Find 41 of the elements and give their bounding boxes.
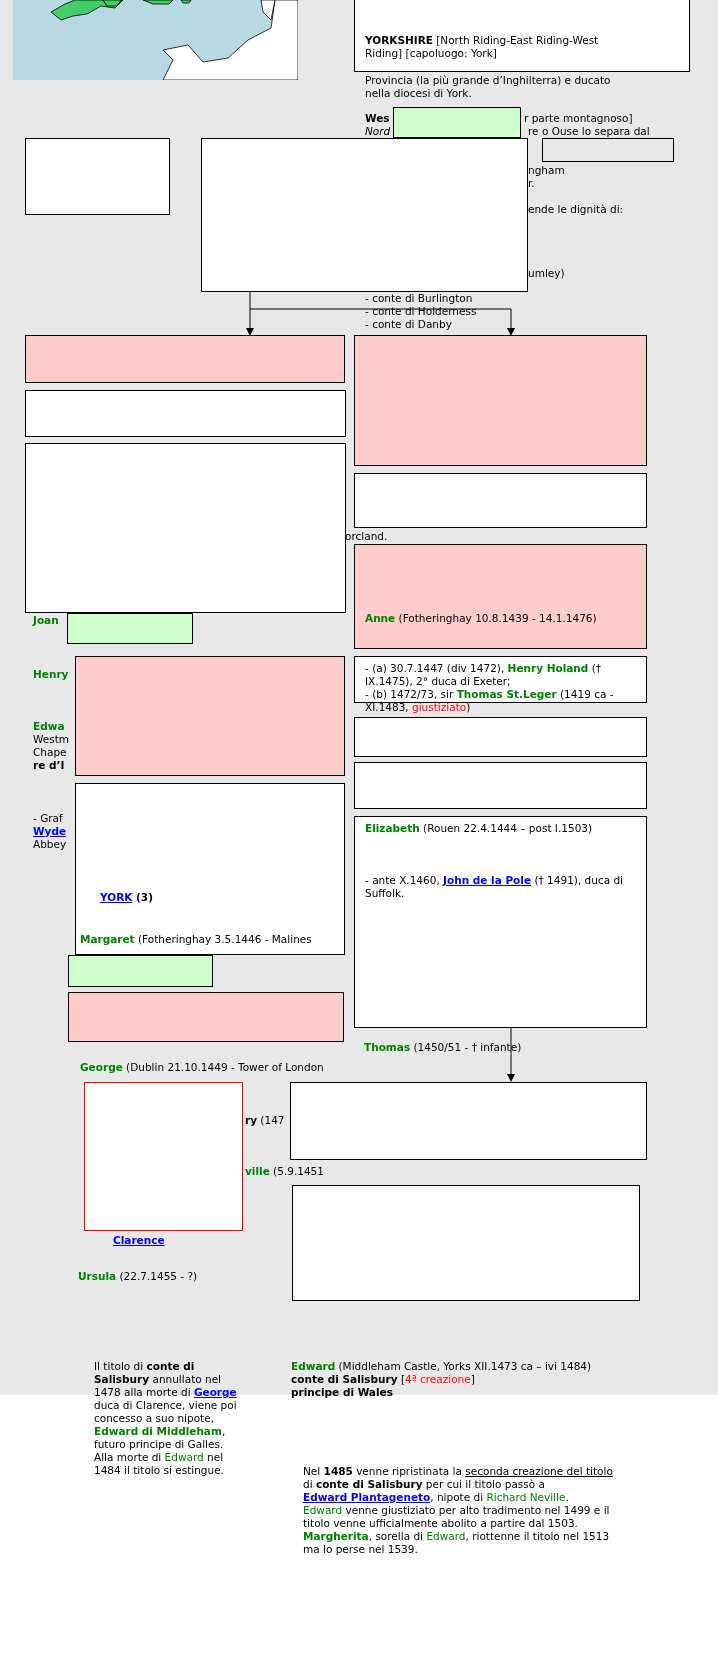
genealogy-text: Ursula (22.7.1455 - ?) (78, 1270, 198, 1283)
genealogy-text: - ante X.1460, John de la Pole († 1491), duca di Suffolk. (365, 874, 625, 900)
genealogy-text: Elizabeth (Rouen 22.4.1444 – post I.1503) (365, 822, 593, 835)
genealogy-text: Nord (365, 125, 391, 138)
genealogy-text: re o Ouse lo separa dal (528, 125, 650, 138)
genealogy-text: Nel 1485 venne ripristinata la seconda creazione del titolo di conte di Salisbury per cui il titolo passò a Edward Plantageneto, nipote di Richard Neville. Edward venne giustiziato per alto tradimento nel 1499 e il titolo venne ufficialmente abolito a partire dal 1503. Margherita, sorella di Edward, riottenne il titolo nel 1513 ma lo perse nel 1539. (303, 1465, 614, 1556)
genealogy-text: - conte di Danby (365, 318, 452, 331)
genealogy-text: - Graf (33, 812, 63, 825)
genealogy-text: Edward (Middleham Castle, Yorks XII.1473 ca – ivi 1484) conte di Salisbury [4ª creazione] principe di Wales (291, 1360, 592, 1399)
genealogy-text: ende le dignità di: (528, 203, 624, 216)
genealogy-text: George (Dublin 21.10.1449 - Tower of London (80, 1061, 324, 1074)
name-link[interactable]: John de la Pole (443, 874, 532, 886)
genealogy-text: r parte montagnoso] (524, 112, 633, 125)
genealogy-text: Il titolo di conte di Salisbury annullato nel 1478 alla morte di George duca di Clarence, viene poi concesso a suo nipote, Edward di Middleham, futuro principe di Galles. Alla morte di Edward nel 1484 il titolo si estingue. (94, 1360, 238, 1477)
name-link[interactable]: George (193, 1386, 237, 1398)
name-link[interactable]: Clarence (113, 1234, 165, 1247)
genealogy-text: r. (528, 177, 535, 190)
genealogy-text: Wes (365, 112, 390, 125)
genealogy-text: YORKSHIRE [North Riding-East Riding-West Riding] [capoluogo: York] (365, 34, 600, 60)
genealogy-text: - conte di Holderness (365, 305, 477, 318)
genealogy-text: Henry (33, 668, 69, 681)
genealogy-text: - conte di Burlington (365, 292, 473, 305)
genealogy-text: orcland. (345, 530, 388, 543)
genealogy-text: re d’I (33, 759, 65, 772)
genealogy-text: ville (5.9.1451 (245, 1165, 324, 1178)
name-link[interactable]: YORK (100, 891, 133, 903)
genealogy-text: Joan (33, 614, 59, 627)
genealogy-text: ry (147 (245, 1114, 285, 1127)
genealogy-text: Thomas (1450/51 - † infante) (364, 1041, 522, 1054)
genealogy-text: umley) (528, 267, 565, 280)
name-link[interactable]: Wyde (33, 825, 67, 838)
genealogy-text: Anne (Fotheringhay 10.8.1439 - 14.1.1476) (365, 612, 597, 625)
genealogy-text: - (a) 30.7.1447 (div 1472), Henry Holand († IX.1475), 2° duca di Exeter; - (b) 1472/73, sir Thomas St.Leger (1419 ca - XI.1483, giustiziato) (365, 662, 615, 714)
genealogy-text: Edwa (33, 720, 65, 733)
genealogy-text: Westm (33, 733, 70, 746)
genealogy-text: YORK (3) (100, 891, 153, 904)
genealogy-text: Abbey (33, 838, 67, 851)
genealogy-text: Chape (33, 746, 67, 759)
genealogy-text: ngham (528, 164, 565, 177)
genealogy-text: Margaret (Fotheringhay 3.5.1446 - Malines (80, 933, 312, 946)
genealogy-text: Provincia (la più grande d’Inghilterra) e ducato nella diocesi di York. (365, 74, 612, 100)
